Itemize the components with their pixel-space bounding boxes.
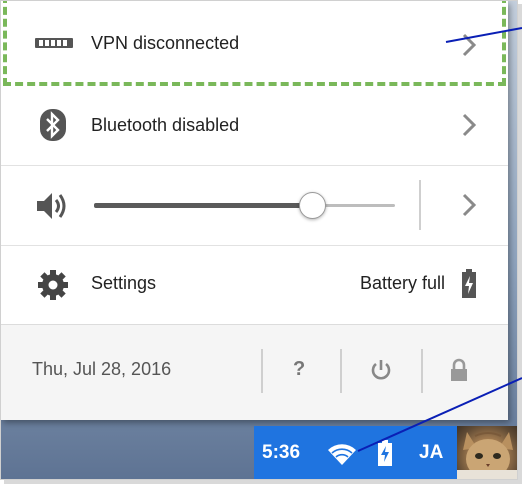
lock-icon[interactable] [449, 358, 469, 382]
divider [261, 349, 263, 393]
help-button[interactable]: ? [293, 358, 305, 381]
screenshot-frame: VPN disconnected Bluetooth disabled Sett… [0, 0, 518, 480]
chevron-right-icon[interactable] [460, 112, 478, 138]
bluetooth-label: Bluetooth disabled [91, 115, 240, 135]
chevron-right-icon[interactable] [460, 192, 478, 218]
battery-charging-icon [378, 440, 392, 466]
chevron-right-icon[interactable] [460, 32, 478, 58]
settings-label[interactable]: Settings [91, 273, 156, 294]
tray-footer: Thu, Jul 28, 2016 ? [1, 324, 508, 420]
status-tray[interactable]: 5:36 JA [254, 426, 457, 479]
divider [340, 349, 342, 393]
vpn-label: VPN disconnected [91, 33, 240, 53]
user-initials: JA [419, 442, 444, 463]
kitten-avatar-image [457, 432, 517, 479]
battery-status-label: Battery full [359, 273, 445, 293]
user-avatar[interactable] [457, 426, 517, 479]
vpn-icon [35, 38, 73, 48]
battery-icon [462, 269, 476, 298]
power-icon[interactable] [370, 359, 392, 381]
divider [421, 349, 423, 393]
volume-slider-filled [94, 203, 312, 208]
gear-icon[interactable] [37, 269, 69, 301]
date-label: Thu, Jul 28, 2016 [32, 359, 172, 379]
bluetooth-icon [40, 109, 66, 141]
clock-label: 5:36 [262, 442, 301, 463]
volume-slider-thumb[interactable] [299, 192, 326, 219]
divider [419, 180, 421, 230]
wifi-icon [328, 444, 356, 465]
volume-row [1, 166, 508, 246]
system-tray-menu: VPN disconnected Bluetooth disabled Sett… [1, 1, 508, 420]
bluetooth-row[interactable]: Bluetooth disabled [1, 86, 508, 166]
volume-icon[interactable] [35, 190, 71, 222]
settings-row: Settings Battery full [1, 246, 508, 324]
vpn-row[interactable]: VPN disconnected [1, 1, 508, 86]
